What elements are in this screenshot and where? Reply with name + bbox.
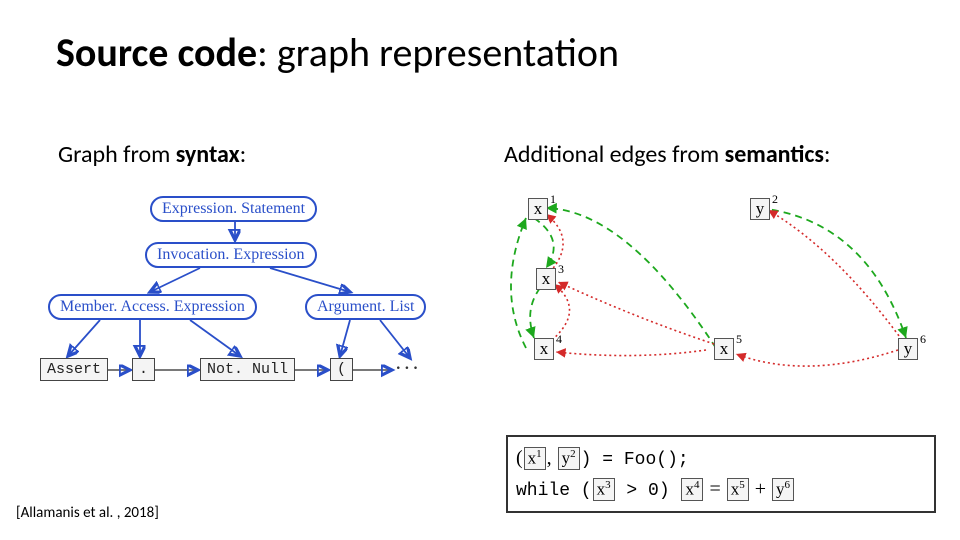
code-l1c: ) = Foo(); xyxy=(581,450,689,470)
citation: [Allamanis et al. , 2018] xyxy=(16,504,159,522)
sub-left-bold: syntax xyxy=(176,140,240,169)
code-line-2: while (x3 > 0) x4 = x5 + y6 xyxy=(516,474,926,505)
semantic-graph: x 1 y 2 x 3 x 4 x 5 y 6 xyxy=(506,190,946,410)
sup-x3: 3 xyxy=(558,262,564,277)
leaf-dot: . xyxy=(132,358,155,381)
slide-title: Source code: graph representation xyxy=(56,28,619,77)
code-l2d: + xyxy=(750,478,771,500)
code-l1a: ( xyxy=(516,447,523,469)
node-y2: y xyxy=(750,198,770,220)
sub-right-bold: semantics xyxy=(725,140,824,169)
code-l2b: > 0) xyxy=(616,481,681,501)
code-l2a: while ( xyxy=(516,481,592,501)
sub-left-pre: Graph from xyxy=(58,140,176,169)
box-y2: y2 xyxy=(558,447,580,469)
subheading-syntax: Graph from syntax: xyxy=(58,140,246,169)
sup-y6: 6 xyxy=(920,332,926,347)
leaf-notnull: Not. Null xyxy=(200,358,295,381)
box-x4: x4 xyxy=(681,478,703,500)
sup-x4: 4 xyxy=(556,332,562,347)
leaf-assert: Assert xyxy=(40,358,108,381)
code-l1b: , xyxy=(547,447,552,469)
box-x1: x1 xyxy=(524,447,546,469)
sup-x5: 5 xyxy=(736,332,742,347)
semantic-arrows xyxy=(506,190,946,410)
code-l2c: = xyxy=(704,478,725,500)
syntax-arrows xyxy=(40,196,480,456)
title-bold: Source code xyxy=(56,28,257,77)
sub-right-post: : xyxy=(824,140,830,169)
node-arg-list: Argument. List xyxy=(305,294,426,320)
node-y6: y xyxy=(898,338,918,360)
leaf-ellipsis: · · · xyxy=(396,356,418,378)
sub-left-post: : xyxy=(240,140,246,169)
node-x4: x xyxy=(534,338,554,360)
node-member-access: Member. Access. Expression xyxy=(48,294,257,320)
box-x3: x3 xyxy=(593,478,615,500)
box-y6: y6 xyxy=(772,478,794,500)
subheading-semantics: Additional edges from semantics: xyxy=(504,140,830,169)
code-snippet: (x1, y2) = Foo(); while (x3 > 0) x4 = x5… xyxy=(506,435,936,513)
leaf-paren: ( xyxy=(330,358,353,381)
sup-y2: 2 xyxy=(772,192,778,207)
code-line-1: (x1, y2) = Foo(); xyxy=(516,443,926,474)
sup-x1: 1 xyxy=(550,192,556,207)
syntax-tree: Expression. Statement Invocation. Expres… xyxy=(40,196,480,456)
sub-right-pre: Additional edges from xyxy=(504,140,725,169)
node-x5: x xyxy=(714,338,734,360)
title-rest: : graph representation xyxy=(257,28,619,77)
node-x3: x xyxy=(536,268,556,290)
node-expr-stmt: Expression. Statement xyxy=(150,196,317,222)
node-invocation: Invocation. Expression xyxy=(145,242,317,268)
node-x1: x xyxy=(528,198,548,220)
box-x5: x5 xyxy=(727,478,749,500)
